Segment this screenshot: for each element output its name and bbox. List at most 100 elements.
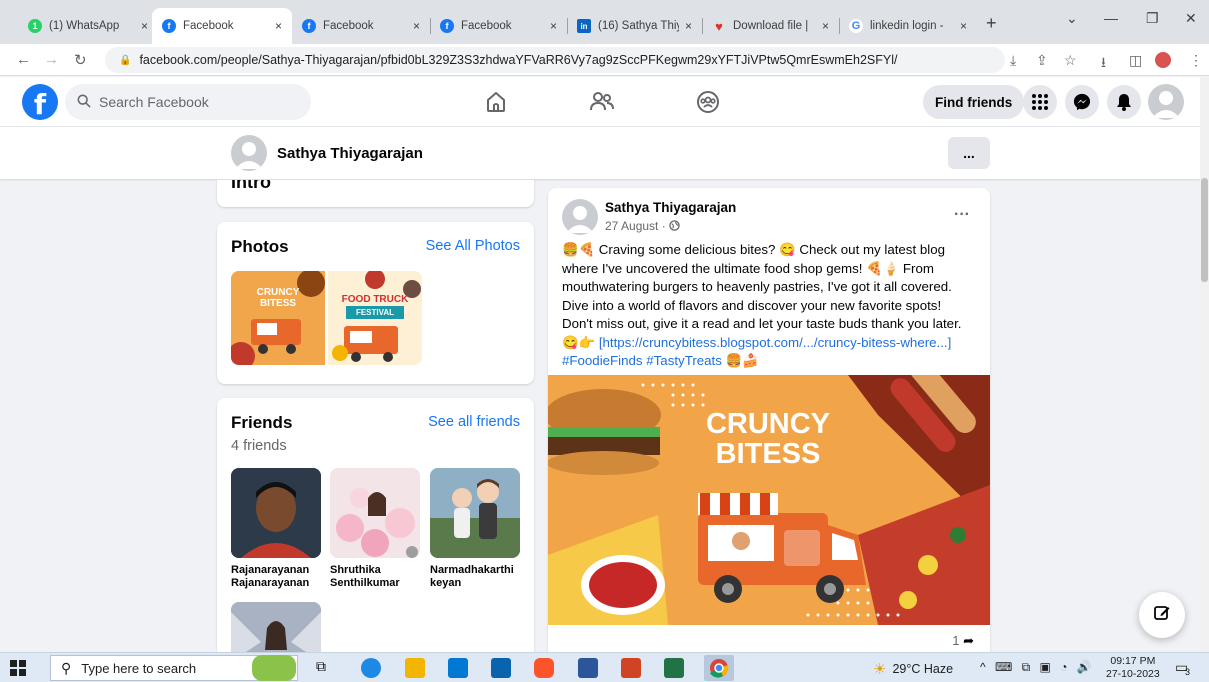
notifications-bell-icon[interactable] <box>1107 85 1141 119</box>
messenger-icon[interactable] <box>1065 85 1099 119</box>
reload-icon[interactable]: ↻ <box>74 51 87 69</box>
tab-close-icon[interactable]: × <box>960 19 967 33</box>
friend-photo[interactable] <box>330 468 420 558</box>
profile-more-button[interactable]: ... <box>948 137 990 169</box>
friend-name[interactable]: Shruthika Senthilkumar <box>330 564 422 590</box>
post-hashtags[interactable]: #FoodieFinds #TastyTreats <box>562 353 722 368</box>
tab-close-icon[interactable]: × <box>550 19 557 33</box>
notification-badge: 3 <box>1185 667 1191 677</box>
post-image[interactable]: CRUNCY BITESS <box>548 375 990 625</box>
post-date[interactable]: 27 August · <box>605 219 680 234</box>
groups-nav-icon[interactable] <box>694 88 722 116</box>
see-all-photos-link[interactable]: See All Photos <box>426 238 520 254</box>
facebook-icon: f <box>302 19 316 33</box>
url-text: facebook.com/people/Sathya-Thiyagarajan/… <box>139 53 898 67</box>
friends-nav-icon[interactable] <box>588 88 616 116</box>
bookmark-star-icon[interactable]: ☆ <box>1064 52 1077 69</box>
share-count[interactable]: 1 ➦ <box>952 633 974 649</box>
tab-search-chevron-icon[interactable]: ⌄ <box>1066 10 1078 27</box>
friends-title: Friends <box>231 413 293 432</box>
friend-name[interactable]: Narmadhakarthi keyan <box>430 564 522 590</box>
facebook-logo-icon[interactable]: f <box>22 84 58 120</box>
new-message-button[interactable] <box>1139 592 1185 638</box>
friend-photo[interactable] <box>231 602 321 652</box>
see-all-friends-link[interactable]: See all friends <box>428 414 520 430</box>
system-tray-icons[interactable]: ^ ⌨ ⧉ ▣ ◔ 🔊 <box>980 660 1095 675</box>
install-app-icon[interactable]: ⤓ <box>1010 52 1016 69</box>
brave-browser-icon[interactable] <box>534 658 554 678</box>
friend-photo[interactable] <box>430 468 520 558</box>
browser-menu-icon[interactable]: ⋮ <box>1189 52 1203 69</box>
store-icon[interactable] <box>448 658 468 678</box>
browser-tab-facebook-active[interactable]: f Facebook × <box>152 8 292 44</box>
tab-close-icon[interactable]: × <box>822 19 829 33</box>
browser-tab-download[interactable]: ♥ Download file | × <box>702 8 839 44</box>
post-hashtags-line: #FoodieFinds #TastyTreats 🍔🍰 <box>562 352 972 371</box>
profile-name[interactable]: Sathya Thiyagarajan <box>277 145 423 162</box>
avatar[interactable] <box>231 135 267 171</box>
tab-close-icon[interactable]: × <box>413 19 420 33</box>
tab-label: Download file | <box>733 20 809 32</box>
tab-close-icon[interactable]: × <box>275 19 282 33</box>
taskbar-clock[interactable]: 09:17 PM 27-10-2023 <box>1106 655 1160 681</box>
share-icon[interactable]: ⇪ <box>1036 52 1048 69</box>
browser-tab-linkedin[interactable]: in (16) Sathya Thiy × <box>567 8 702 44</box>
home-icon[interactable] <box>482 88 510 116</box>
scrollbar-thumb[interactable] <box>1201 178 1208 282</box>
back-arrow-icon[interactable]: ← <box>16 51 31 68</box>
menu-grid-icon[interactable] <box>1023 85 1057 119</box>
account-avatar[interactable] <box>1148 84 1184 120</box>
photo-caption: FOOD TRUCK <box>341 294 409 305</box>
tab-close-icon[interactable]: × <box>685 19 692 33</box>
emoji-suffix: 🍔🍰 <box>721 353 759 368</box>
search-box[interactable] <box>65 84 311 120</box>
address-bar[interactable]: 🔒 facebook.com/people/Sathya-Thiyagaraja… <box>105 47 1005 73</box>
powerpoint-icon[interactable] <box>621 658 641 678</box>
tab-close-icon[interactable]: × <box>141 19 148 33</box>
task-view-icon[interactable]: ⧉ <box>316 658 336 678</box>
weather-widget[interactable]: ☀ 29°C Haze <box>873 660 953 678</box>
tab-label: Facebook <box>461 20 512 32</box>
profile-avatar-icon[interactable] <box>1155 52 1171 68</box>
browser-tab-whatsapp[interactable]: 1 (1) WhatsApp × <box>18 8 158 44</box>
excel-icon[interactable] <box>664 658 684 678</box>
sidepanel-icon[interactable]: ◫ <box>1129 52 1142 69</box>
post-link[interactable]: [https://cruncybitess.blogspot.com/.../c… <box>599 335 952 350</box>
search-input[interactable] <box>99 94 289 110</box>
post-author[interactable]: Sathya Thiyagarajan <box>605 200 736 215</box>
browser-tab-google[interactable]: G linkedin login - × <box>839 8 977 44</box>
windows-start-icon[interactable] <box>10 660 26 676</box>
browser-tab-facebook[interactable]: f Facebook × <box>292 8 430 44</box>
post-text-line: 🍔🍕 Craving some delicious bites? 😋 Check… <box>562 242 945 257</box>
page-scrollbar[interactable] <box>1200 77 1209 652</box>
notification-center-icon[interactable]: 3 ▭ <box>1175 659 1191 677</box>
chrome-active-icon[interactable] <box>704 655 734 681</box>
photo-caption: CRUNCY <box>256 287 300 298</box>
friend-name[interactable]: Rajanarayanan Rajanarayanan <box>231 564 323 590</box>
facebook-icon: f <box>162 19 176 33</box>
friend-photo[interactable] <box>231 468 321 558</box>
minimize-icon[interactable]: — <box>1104 10 1118 26</box>
download-icon[interactable]: ⭳ <box>1101 52 1106 76</box>
word-icon[interactable] <box>578 658 598 678</box>
forward-arrow-icon[interactable]: → <box>44 51 59 68</box>
avatar[interactable] <box>562 199 598 235</box>
post-options-icon[interactable]: ··· <box>954 206 970 224</box>
share-arrow-icon: ➦ <box>963 633 974 648</box>
photo-thumbnail[interactable]: CRUNCY BITESS <box>231 271 325 365</box>
photo-caption: FESTIVAL <box>346 306 404 319</box>
edge-browser-icon[interactable] <box>361 658 381 678</box>
intro-card: Intro <box>217 180 534 207</box>
whatsapp-icon: 1 <box>28 19 42 33</box>
new-tab-button[interactable]: + <box>986 13 997 34</box>
tab-label: Facebook <box>323 20 374 32</box>
restore-icon[interactable]: ❐ <box>1146 10 1159 27</box>
find-friends-button[interactable]: Find friends <box>923 85 1025 119</box>
mail-icon[interactable] <box>491 658 511 678</box>
post-link-line: 😋👉 [https://cruncybitess.blogspot.com/..… <box>562 334 972 353</box>
friends-card: Friends See all friends 4 friends Rajana… <box>217 398 534 652</box>
browser-tab-facebook[interactable]: f Facebook × <box>430 8 567 44</box>
photo-thumbnail[interactable]: FOOD TRUCK FESTIVAL <box>328 271 422 365</box>
file-explorer-icon[interactable] <box>405 658 425 678</box>
close-window-icon[interactable]: ✕ <box>1185 10 1197 27</box>
